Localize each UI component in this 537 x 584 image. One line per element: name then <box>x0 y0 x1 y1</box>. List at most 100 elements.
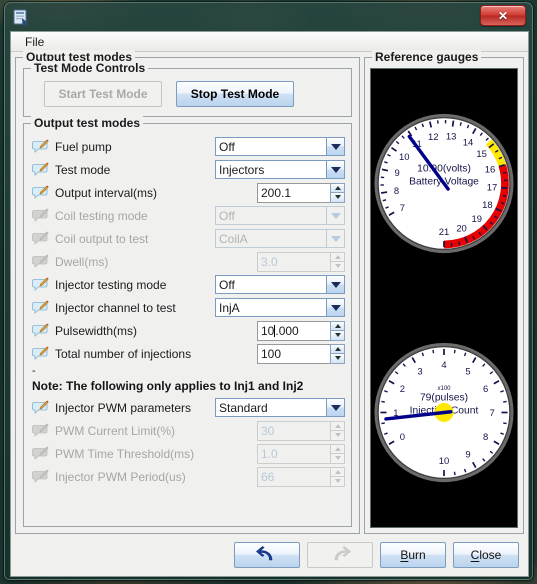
spinner-up-icon[interactable] <box>330 320 345 330</box>
svg-text:14: 14 <box>463 137 474 148</box>
edit-callout-icon <box>32 323 49 337</box>
edit-callout-icon <box>32 185 49 199</box>
svg-text:16: 16 <box>485 165 496 176</box>
spin-value-head: 10 <box>261 323 275 338</box>
separator-dash: - <box>32 365 36 377</box>
test-mode-controls-group: Test Mode Controls Start Test Mode Stop … <box>23 61 352 117</box>
combo-injector-testing-mode[interactable]: Off <box>215 275 345 294</box>
row-label: Dwell(ms) <box>55 254 109 269</box>
spinner-input[interactable]: 200.1 <box>257 182 330 203</box>
edit-callout-icon <box>32 162 49 177</box>
svg-text:12: 12 <box>428 132 439 143</box>
row-pulsewidth-ms: Pulsewidth(ms) 10.000 <box>30 319 345 342</box>
svg-text:79(pulses): 79(pulses) <box>420 392 468 403</box>
svg-text:4: 4 <box>441 360 446 371</box>
settings-row-list: Fuel pump Off Test mode Injectors Output int… <box>30 135 345 365</box>
spinner-buttons[interactable] <box>330 320 345 341</box>
svg-text:8: 8 <box>483 432 488 443</box>
chevron-down-icon[interactable] <box>326 160 345 179</box>
spinner-up-icon[interactable] <box>330 343 345 353</box>
edit-callout-icon <box>32 139 49 154</box>
row-label: PWM Time Threshold(ms) <box>55 446 195 461</box>
row-label: Test mode <box>55 162 111 177</box>
combo-coil-testing-mode: Off <box>215 206 345 225</box>
combo-value[interactable]: Off <box>215 137 326 156</box>
edit-callout-icon <box>32 185 49 200</box>
start-test-mode-button[interactable]: Start Test Mode <box>44 81 162 107</box>
row-label: Injector PWM parameters <box>55 400 192 415</box>
burn-button[interactable]: Burn <box>380 542 446 568</box>
combo-test-mode[interactable]: Injectors <box>215 160 345 179</box>
row-label: Injector testing mode <box>55 277 167 292</box>
spinner-pulsewidth-ms[interactable]: 10.000 <box>257 320 345 341</box>
spinner-up-icon[interactable] <box>330 182 345 192</box>
spinner-total-number-of-injections[interactable]: 100 <box>257 343 345 364</box>
title-bar[interactable]: ✕ <box>5 3 532 31</box>
stop-test-mode-button[interactable]: Stop Test Mode <box>176 81 294 107</box>
spinner-input[interactable]: 100 <box>257 343 330 364</box>
combo-injector-pwm-parameters[interactable]: Standard <box>215 398 345 417</box>
row-label: Injector channel to test <box>55 300 176 315</box>
combo-fuel-pump[interactable]: Off <box>215 137 345 156</box>
spin-value-tail: .000 <box>275 323 299 338</box>
row-injector-testing-mode: Injector testing mode Off <box>30 273 345 296</box>
combo-injector-channel-to-test[interactable]: InjA <box>215 298 345 317</box>
row-dwell-ms: Dwell(ms) 3.0 <box>30 250 345 273</box>
svg-text:10: 10 <box>439 456 450 467</box>
battery-voltage-gauge-svg: 78910111213141516171819202110.90(volts)B… <box>371 87 517 280</box>
edit-callout-icon <box>32 277 49 292</box>
spinner-buttons[interactable] <box>330 182 345 203</box>
menu-item-file[interactable]: File <box>19 34 50 50</box>
chevron-down-icon[interactable] <box>326 398 345 417</box>
spinner-down-icon <box>330 430 345 441</box>
gauge-canvas: 78910111213141516171819202110.90(volts)B… <box>370 68 518 528</box>
close-button[interactable]: Close <box>453 542 519 568</box>
row-label: PWM Current Limit(%) <box>55 423 176 438</box>
edit-callout-icon <box>32 469 49 483</box>
edit-callout-icon <box>32 323 49 338</box>
reference-gauges-group: Reference gauges 78910111213141516171819… <box>364 50 524 534</box>
spin-value: 100 <box>261 346 282 361</box>
spinner-buttons[interactable] <box>330 343 345 364</box>
battery-voltage-gauge: 78910111213141516171819202110.90(volts)B… <box>371 69 517 298</box>
edit-callout-icon <box>32 400 49 415</box>
chevron-down-icon[interactable] <box>326 275 345 294</box>
spinner-injector-pwm-period-us: 66 <box>257 466 345 487</box>
edit-callout-icon <box>32 254 49 268</box>
chevron-down-icon[interactable] <box>326 298 345 317</box>
spinner-down-icon[interactable] <box>330 192 345 203</box>
right-panel: Reference gauges 78910111213141516171819… <box>364 50 524 534</box>
redo-arrow-icon <box>334 546 351 561</box>
svg-text:13: 13 <box>446 131 457 142</box>
chevron-down-icon[interactable] <box>326 137 345 156</box>
row-coil-output-to-test: Coil output to test CoilA <box>30 227 345 250</box>
spin-value: 30 <box>261 423 275 438</box>
combo-value[interactable]: Injectors <box>215 160 326 179</box>
spinner-down-icon[interactable] <box>330 353 345 364</box>
combo-value[interactable]: Standard <box>215 398 326 417</box>
row-injector-pwm-parameters: Injector PWM parameters Standard <box>30 396 345 419</box>
spinner-input[interactable]: 10.000 <box>257 320 330 341</box>
combo-value[interactable]: InjA <box>215 298 326 317</box>
chevron-down-icon <box>326 206 345 225</box>
svg-text:10: 10 <box>399 152 410 163</box>
output-modes-inner-group-title: Output test modes <box>31 116 144 130</box>
edit-callout-icon <box>32 446 49 460</box>
row-label: Total number of injections <box>55 346 192 361</box>
window-close-button[interactable]: ✕ <box>480 5 526 26</box>
edit-callout-icon <box>32 300 49 315</box>
application-window: ✕ File Output test modes Test Mode Contr… <box>4 2 533 580</box>
undo-button[interactable] <box>234 542 300 568</box>
edit-callout-icon <box>32 346 49 360</box>
spinner-buttons <box>330 466 345 487</box>
svg-text:17: 17 <box>487 183 498 194</box>
edit-callout-icon <box>32 446 49 461</box>
row-label: Pulsewidth(ms) <box>55 323 138 338</box>
spinner-output-interval-ms[interactable]: 200.1 <box>257 182 345 203</box>
spinner-down-icon[interactable] <box>330 330 345 341</box>
combo-value[interactable]: Off <box>215 275 326 294</box>
edit-callout-icon <box>32 300 49 314</box>
row-fuel-pump: Fuel pump Off <box>30 135 345 158</box>
spinner-up-icon <box>330 251 345 261</box>
row-output-interval-ms: Output interval(ms) 200.1 <box>30 181 345 204</box>
